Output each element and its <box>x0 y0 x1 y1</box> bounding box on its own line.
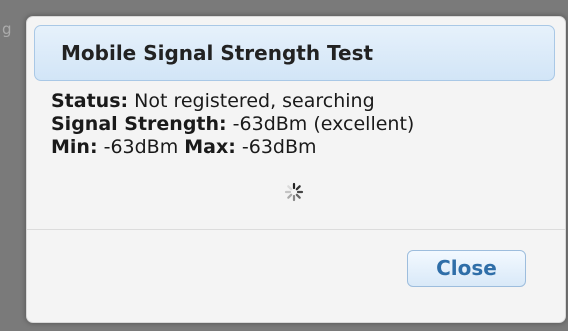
min-max-line: Min: -63dBm Max: -63dBm <box>51 136 414 159</box>
close-button[interactable]: Close <box>407 250 526 287</box>
status-line: Status: Not registered, searching <box>51 90 414 113</box>
dialog-header: Mobile Signal Strength Test <box>34 25 555 81</box>
background-partial-text: g <box>2 20 12 38</box>
max-value: -63dBm <box>235 136 317 158</box>
signal-test-dialog: Mobile Signal Strength Test Status: Not … <box>26 16 566 323</box>
dialog-title: Mobile Signal Strength Test <box>61 41 374 65</box>
signal-strength-label: Signal Strength: <box>51 113 227 135</box>
status-value: Not registered, searching <box>128 90 375 112</box>
loading-spinner-icon <box>284 182 304 202</box>
max-label: Max: <box>184 136 236 158</box>
dialog-body: Status: Not registered, searching Signal… <box>51 90 414 159</box>
signal-strength-line: Signal Strength: -63dBm (excellent) <box>51 113 414 136</box>
dialog-divider <box>27 229 565 230</box>
min-label: Min: <box>51 136 98 158</box>
status-label: Status: <box>51 90 129 112</box>
signal-strength-value: -63dBm (excellent) <box>226 113 415 135</box>
min-value: -63dBm <box>97 136 185 158</box>
